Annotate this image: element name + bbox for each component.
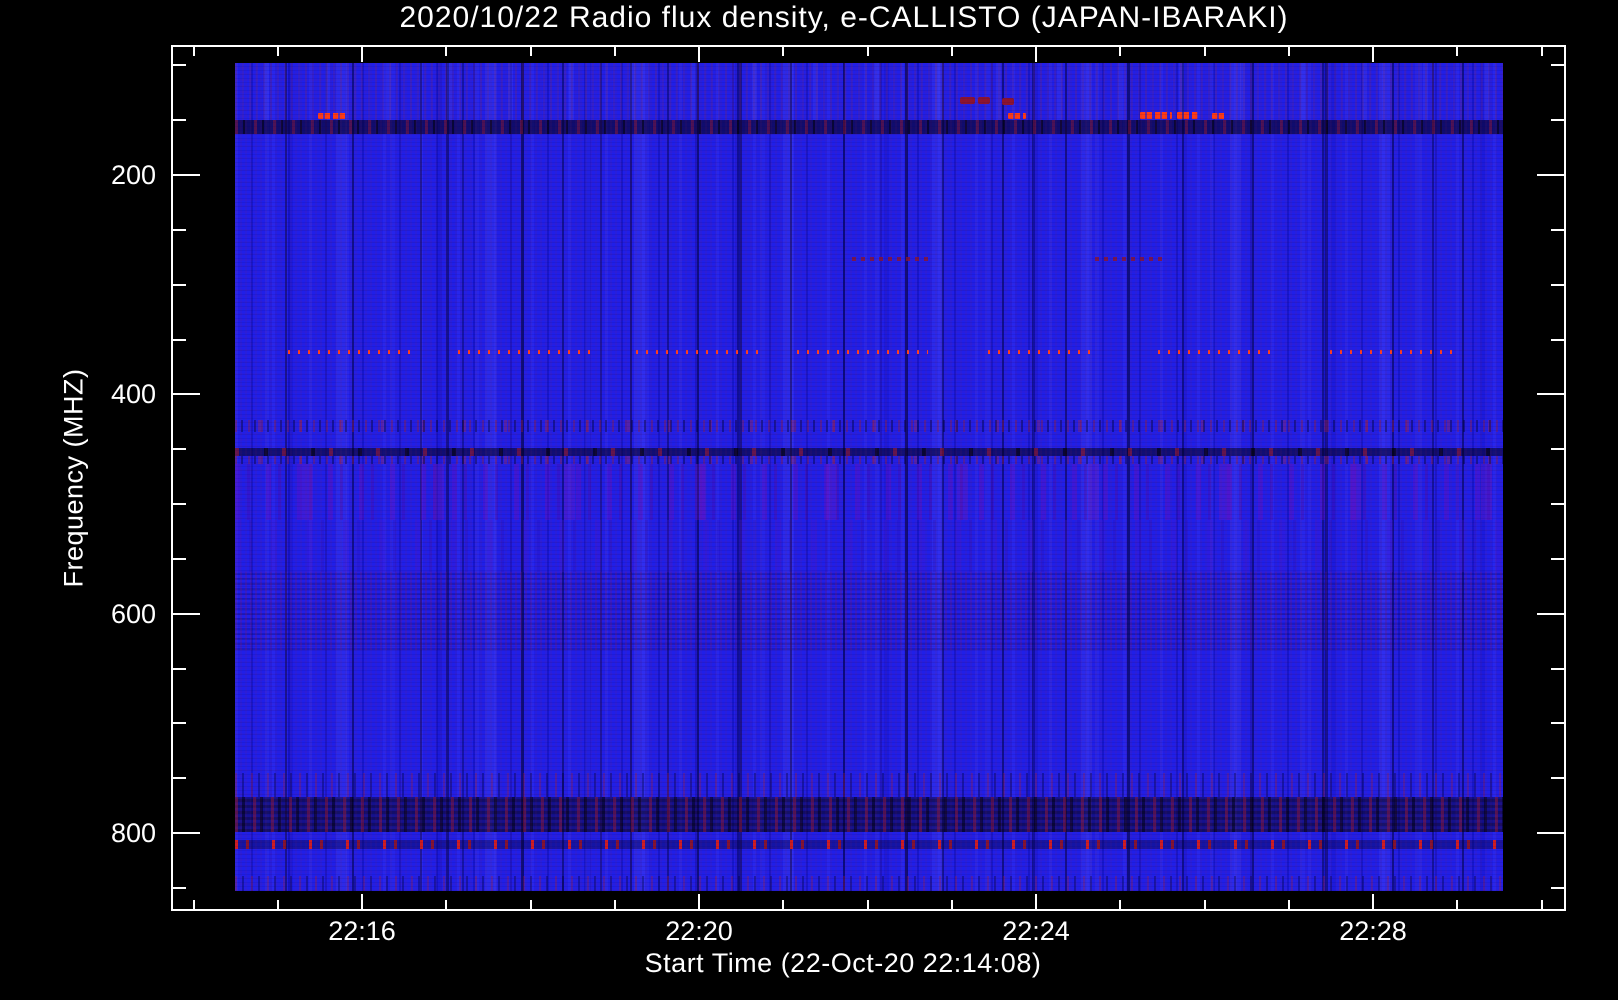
plot-frame xyxy=(171,45,1566,911)
y-tick-label: 800 xyxy=(110,818,156,848)
x-tick-label: 22:28 xyxy=(1339,916,1407,946)
x-tick-label: 22:20 xyxy=(665,916,733,946)
x-axis-title: Start Time (22-Oct-20 22:14:08) xyxy=(644,948,1042,978)
y-tick-label: 200 xyxy=(110,160,156,190)
x-tick-label: 22:16 xyxy=(328,916,396,946)
chart-title: 2020/10/22 Radio flux density, e-CALLIST… xyxy=(399,1,1289,34)
y-axis-title: Frequency (MHZ) xyxy=(58,368,89,588)
spectrogram-page: 2020/10/22 Radio flux density, e-CALLIST… xyxy=(0,0,1618,1000)
y-tick-label: 600 xyxy=(110,598,156,629)
x-tick-label: 22:24 xyxy=(1002,916,1070,946)
